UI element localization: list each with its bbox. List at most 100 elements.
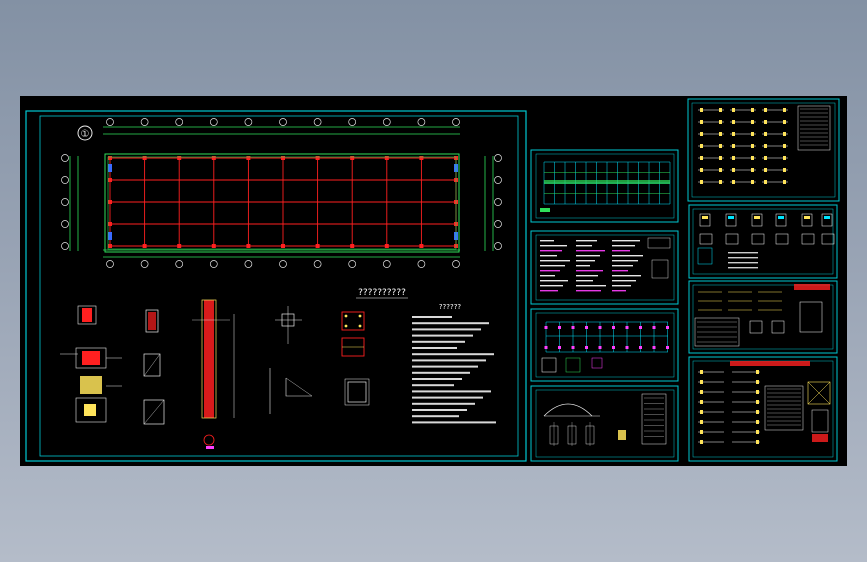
note-line [576, 245, 592, 247]
note-line [612, 260, 638, 262]
general-notes-text-block [412, 316, 496, 424]
frame-elevation-sheet[interactable] [530, 149, 679, 223]
notes-legend-box [651, 259, 669, 279]
beam-support [764, 132, 767, 136]
column-dot [571, 346, 575, 349]
beam-support [700, 380, 703, 384]
axis-bubble-left [61, 198, 69, 206]
note-line [612, 290, 626, 292]
connection-section [801, 213, 813, 227]
dimension-lines [69, 126, 494, 258]
beam-support [732, 180, 735, 184]
note-line [576, 250, 605, 252]
truss-details [549, 397, 664, 446]
connection-details-sheet[interactable] [688, 204, 838, 279]
beam-support [751, 180, 754, 184]
connection-section [699, 233, 713, 245]
note-text-line [412, 316, 452, 318]
column-layout-plan [541, 321, 669, 373]
main-drawing-sheet[interactable]: ① ?????????? ?????? [25, 110, 527, 462]
note-line [612, 255, 643, 257]
connection-detail-sections [697, 213, 835, 269]
connection-note [728, 257, 758, 259]
beam-support [732, 120, 735, 124]
beam-section [749, 320, 763, 334]
axis-bubble-top [313, 118, 322, 126]
design-notes-sheet[interactable] [530, 230, 679, 305]
beam-support [732, 168, 735, 172]
connection-section [725, 233, 739, 245]
beam-support [756, 440, 759, 444]
note-text-line [412, 347, 457, 349]
note-text-line [412, 396, 483, 399]
connection-plate [804, 216, 810, 219]
column-dot [558, 326, 561, 329]
perimeter-wall [104, 153, 460, 253]
beam-details-sheet-1[interactable] [687, 98, 840, 202]
column-marker [108, 156, 112, 160]
note-line [576, 260, 595, 262]
beam-details-sheet-2[interactable] [688, 280, 838, 354]
beam-support [783, 144, 786, 148]
plan-title: ?????????? [358, 288, 406, 298]
beam-support [783, 168, 786, 172]
note-text-line [412, 340, 465, 343]
connection-section [775, 213, 787, 227]
beam-elevations-2 [697, 291, 823, 343]
beam-schedule-table-3 [764, 385, 804, 431]
connection-section [801, 233, 815, 245]
column-dot [612, 326, 615, 329]
column-layout-sheet[interactable] [530, 308, 679, 382]
beam-support [783, 132, 786, 136]
axis-bubble-bottom [106, 260, 114, 268]
note-text-line [412, 334, 473, 337]
beam-support [719, 156, 722, 160]
connection-section [751, 233, 765, 245]
column-dot [625, 346, 629, 349]
axis-bubble-right [494, 198, 502, 206]
cad-drawing-canvas[interactable]: ① ?????????? ?????? [20, 96, 847, 466]
beam-support [783, 156, 786, 160]
axis-bubble-bottom [417, 260, 426, 268]
note-line [612, 275, 641, 277]
beam-support [719, 144, 722, 148]
roof-truss-sheet[interactable] [530, 385, 679, 462]
axis-bubble-top [140, 118, 149, 126]
beam-support [732, 156, 735, 160]
note-line [540, 240, 554, 242]
axis-bubble-left [61, 154, 69, 162]
beam-support [751, 120, 754, 124]
beam-support [756, 420, 759, 424]
pedestal-detail [143, 309, 165, 425]
beam-support [764, 156, 767, 160]
axis-bubble-right [494, 242, 502, 250]
axis-bubble-bottom [348, 260, 357, 268]
beam-section [771, 320, 785, 334]
note-text-line [412, 371, 470, 374]
cad-model-viewport[interactable]: ① ?????????? ?????? [20, 96, 847, 466]
note-line [540, 250, 562, 252]
column-dot [666, 326, 669, 329]
axis-bubble-right [494, 176, 502, 184]
beam-details-sheet-3[interactable] [688, 356, 838, 462]
axis-bubble-top [244, 118, 253, 126]
beam-support [719, 180, 722, 184]
connection-section [725, 213, 737, 227]
axis-bubble-bottom [209, 260, 218, 268]
column-detail-box [541, 357, 557, 373]
beam-connection-detail [269, 306, 313, 414]
beam-support [764, 108, 767, 112]
note-line [576, 275, 598, 277]
beam-schedule-table-1 [797, 105, 831, 151]
connection-note [728, 267, 758, 269]
column-dot [612, 346, 615, 349]
column-dot [558, 346, 561, 349]
note-text-line [412, 384, 454, 387]
axis-bubble-top [175, 118, 184, 126]
note-line [540, 285, 563, 287]
beam-support [700, 132, 703, 136]
axis-bubble-bottom [279, 260, 287, 268]
note-line [612, 270, 628, 272]
beam-support [700, 400, 703, 404]
axis-bubble-right [494, 154, 502, 162]
